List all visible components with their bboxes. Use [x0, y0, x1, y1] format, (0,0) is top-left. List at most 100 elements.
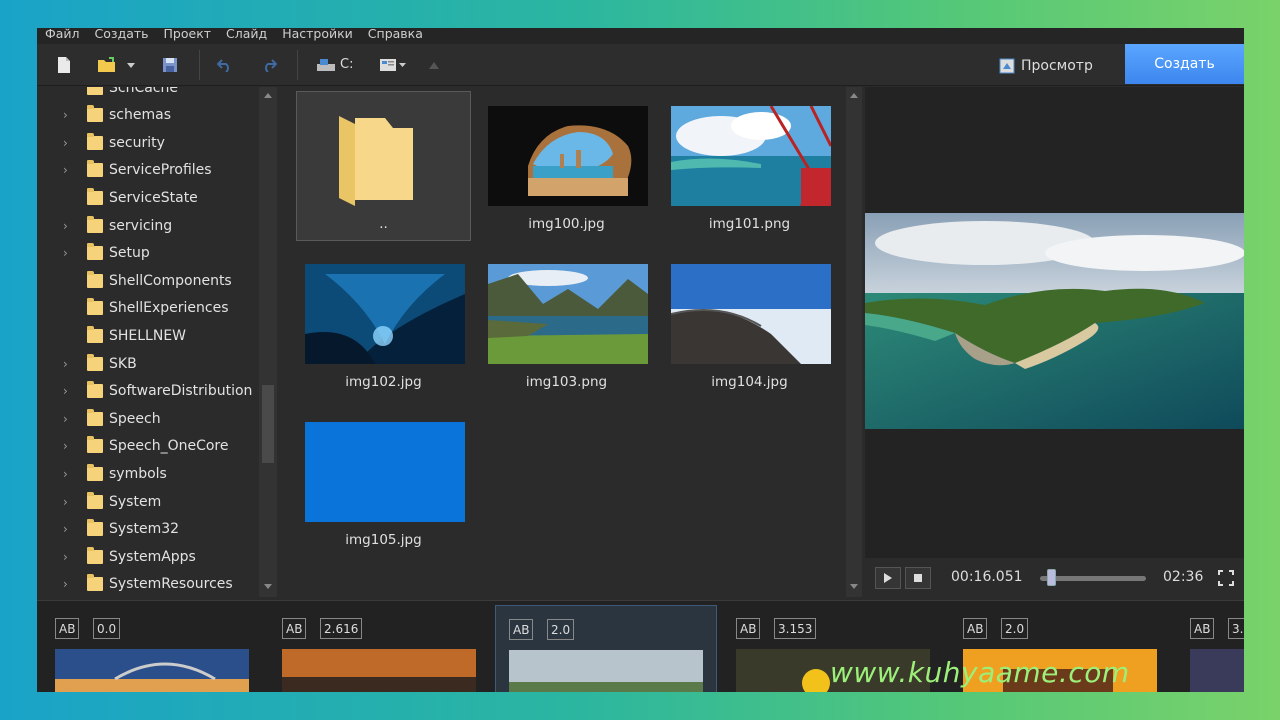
open-folder-button[interactable] [92, 50, 122, 80]
watermark-text: www.kuhyaame.com [830, 656, 1130, 689]
file-name: img105.jpg [345, 532, 422, 548]
slide-badge-ab: AB [736, 618, 761, 639]
tree-item[interactable]: › System [37, 488, 257, 515]
tree-item[interactable]: ShellComponents [37, 267, 257, 294]
chevron-right-icon[interactable]: › [63, 550, 75, 564]
undo-icon [217, 59, 229, 72]
seek-slider-knob[interactable] [1046, 569, 1056, 586]
timeline-slide[interactable]: AB 2.616 [272, 605, 494, 692]
timeline-slide[interactable]: AB 0.0 [45, 605, 267, 692]
folder-icon [87, 215, 103, 233]
toolbar: C: Просмотр Создать [37, 44, 1244, 86]
chevron-right-icon[interactable]: › [63, 439, 75, 453]
chevron-right-icon[interactable]: › [63, 384, 75, 398]
folder-icon [87, 243, 103, 261]
slide-badge-ab: AB [282, 618, 307, 639]
tree-item-label: ServiceState [109, 189, 198, 206]
folder-icon [87, 546, 103, 564]
menu-settings[interactable]: Настройки [282, 28, 353, 42]
view-mode-button[interactable] [373, 50, 413, 80]
chevron-right-icon[interactable]: › [63, 495, 75, 509]
tree-item-label: symbols [109, 465, 167, 482]
tree-item[interactable]: ShellExperiences [37, 295, 257, 322]
slide-thumbnail [509, 650, 703, 692]
tree-item-label: Setup [109, 245, 150, 262]
timeline-slide[interactable]: AB 3.5 [1180, 605, 1244, 692]
tree-item[interactable]: › Setup [37, 240, 257, 267]
chevron-right-icon[interactable]: › [63, 467, 75, 481]
menu-file[interactable]: Файл [45, 28, 80, 42]
chevron-right-icon[interactable]: › [63, 108, 75, 122]
tree-item-label: security [109, 134, 165, 151]
chevron-right-icon[interactable]: › [63, 357, 75, 371]
create-button[interactable]: Создать [1125, 44, 1244, 84]
slide-badge-ab: AB [509, 619, 534, 640]
chevron-right-icon[interactable]: › [63, 522, 75, 536]
tree-item[interactable]: › SystemResources [37, 571, 257, 597]
tree-item[interactable]: › schemas [37, 102, 257, 129]
tree-item[interactable]: › symbols [37, 460, 257, 487]
file-tile[interactable]: img104.jpg [662, 249, 837, 399]
folder-icon [87, 298, 103, 316]
tree-scrollbar-thumb[interactable] [262, 385, 274, 463]
tree-item[interactable]: › security [37, 129, 257, 156]
tree-item[interactable]: › Speech_OneCore [37, 433, 257, 460]
tree-item-label: Speech_OneCore [109, 438, 229, 455]
scroll-up-icon[interactable] [264, 93, 272, 98]
chevron-right-icon[interactable]: › [63, 136, 75, 150]
tree-item[interactable]: SHELLNEW [37, 322, 257, 349]
menu-project[interactable]: Проект [164, 28, 212, 42]
up-level-button[interactable] [419, 50, 449, 80]
tree-item[interactable]: › Speech [37, 405, 257, 432]
seek-slider-track[interactable] [1040, 576, 1146, 581]
image-thumbnail [671, 106, 831, 206]
tree-item[interactable]: › SystemApps [37, 543, 257, 570]
open-dropdown-button[interactable] [123, 50, 139, 80]
folder-icon [87, 574, 103, 592]
chevron-right-icon[interactable]: › [63, 163, 75, 177]
chevron-right-icon[interactable]: › [63, 577, 75, 591]
file-tile[interactable]: img101.png [662, 91, 837, 241]
preview-button[interactable]: Просмотр [995, 53, 1097, 79]
save-button[interactable] [155, 50, 185, 80]
folder-icon [87, 491, 103, 509]
file-tile[interactable]: img100.jpg [479, 91, 654, 241]
menu-slide[interactable]: Слайд [226, 28, 267, 42]
image-thumbnail [488, 106, 648, 206]
new-file-button[interactable] [49, 50, 79, 80]
tree-scrollbar[interactable] [259, 87, 277, 597]
file-tile-parent-folder[interactable]: .. [296, 91, 471, 241]
new-file-icon [58, 57, 70, 73]
tree-item[interactable]: › System32 [37, 516, 257, 543]
tree-item[interactable]: SchCache [37, 87, 257, 101]
undo-button[interactable] [210, 50, 240, 80]
slide-duration: 0.0 [93, 618, 121, 639]
chevron-right-icon[interactable]: › [63, 219, 75, 233]
stop-button[interactable] [905, 567, 931, 589]
file-tile[interactable]: img103.png [479, 249, 654, 399]
app-window: Файл Создать Проект Слайд Настройки Спра… [37, 28, 1244, 692]
menu-create[interactable]: Создать [95, 28, 149, 42]
open-folder-icon [98, 57, 115, 72]
tree-item[interactable]: ServiceState [37, 184, 257, 211]
tree-item[interactable]: › servicing [37, 212, 257, 239]
scroll-down-icon[interactable] [850, 584, 858, 589]
file-tile[interactable]: img105.jpg [296, 407, 471, 557]
fullscreen-button[interactable] [1211, 563, 1241, 593]
tree-item[interactable]: › ServiceProfiles [37, 157, 257, 184]
redo-button[interactable] [254, 50, 284, 80]
timeline-slide-selected[interactable]: AB 2.0 [495, 605, 717, 692]
scroll-up-icon[interactable] [850, 93, 858, 98]
chevron-right-icon[interactable]: › [63, 246, 75, 260]
tree-item[interactable]: › SKB [37, 350, 257, 377]
grid-scrollbar[interactable] [846, 87, 862, 597]
tree-item-label: SystemApps [109, 548, 196, 565]
chevron-right-icon[interactable]: › [63, 412, 75, 426]
play-button[interactable] [875, 567, 901, 589]
tree-item[interactable]: › SoftwareDistribution [37, 378, 257, 405]
scroll-down-icon[interactable] [264, 584, 272, 589]
drive-button[interactable] [311, 50, 341, 80]
slide-thumbnail [282, 649, 476, 692]
menu-help[interactable]: Справка [368, 28, 423, 42]
file-tile[interactable]: img102.jpg [296, 249, 471, 399]
